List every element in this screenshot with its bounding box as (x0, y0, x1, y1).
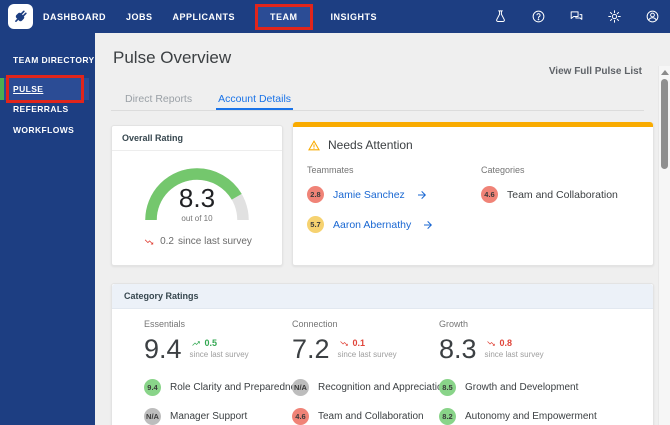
category-name: Team and Collaboration (507, 188, 618, 201)
lab-flask-icon[interactable] (492, 9, 508, 25)
overall-rating-card: Overall Rating 8.3 out of 10 0.2 since l… (111, 125, 283, 266)
overall-delta-value: 0.2 (160, 236, 174, 247)
since-label: since last survey (189, 350, 249, 359)
teammate-row: 2.8 Jamie Sanchez (307, 186, 481, 203)
category-row: 4.6 Team and Collaboration (481, 186, 618, 203)
scroll-up-arrow-icon[interactable] (661, 70, 669, 75)
overall-score: 8.3 (178, 183, 216, 213)
category-item-label: Manager Support (170, 411, 248, 422)
teammate-row: 5.7 Aaron Abernathy (307, 216, 481, 233)
nav-item-applicants[interactable]: APPLICANTS (173, 12, 236, 22)
sidebar-item-pulse-label: PULSE (13, 84, 44, 94)
category-item: 8.2 Autonomy and Empowerment (439, 408, 653, 425)
category-item-label: Growth and Development (465, 382, 579, 393)
score-badge: N/A (292, 379, 309, 396)
tab-account-details[interactable]: Account Details (216, 89, 294, 110)
view-full-pulse-list-link[interactable]: View Full Pulse List (549, 66, 642, 77)
category-column-connection: Connection 7.2 0.1 since last survey N/A (292, 319, 448, 425)
nav-item-insights[interactable]: INSIGHTS (331, 12, 378, 22)
scrollbar-thumb[interactable] (661, 79, 668, 169)
column-score: 8.3 (439, 334, 477, 364)
score-badge: 9.4 (144, 379, 161, 396)
primary-nav: DASHBOARD JOBS APPLICANTS TEAM INSIGHTS (43, 3, 397, 30)
trending-down-icon (142, 237, 156, 247)
since-label: since last survey (484, 350, 544, 359)
jazzhr-logo[interactable] (8, 4, 33, 29)
overall-delta-since: since last survey (177, 236, 252, 247)
score-badge: N/A (144, 408, 161, 425)
category-column-growth: Growth 8.3 0.8 since last survey 8.5 Gro… (439, 319, 653, 425)
category-item-label: Autonomy and Empowerment (465, 411, 597, 422)
teammate-link-jamie-sanchez[interactable]: Jamie Sanchez (333, 189, 405, 201)
category-item-label: Role Clarity and Preparedness (170, 382, 307, 393)
attention-categories-column: Categories 4.6 Team and Collaboration (481, 165, 618, 246)
top-nav-bar: DASHBOARD JOBS APPLICANTS TEAM INSIGHTS (0, 0, 670, 33)
score-badge: 2.8 (307, 186, 324, 203)
help-icon[interactable] (530, 9, 546, 25)
trending-up-icon (191, 340, 200, 346)
main-content: Pulse Overview View Full Pulse List Dire… (95, 33, 670, 425)
sidebar: TEAM DIRECTORY PULSE REFERRALS WORKFLOWS (0, 33, 95, 425)
attention-teammates-column: Teammates 2.8 Jamie Sanchez 5.7 Aaron Ab… (307, 165, 481, 246)
annotation-box-team: TEAM (255, 3, 313, 30)
page-title: Pulse Overview (113, 48, 232, 67)
teammates-label: Teammates (307, 165, 354, 175)
column-label: Connection (292, 319, 338, 329)
column-score: 7.2 (292, 334, 330, 364)
category-item: 8.5 Growth and Development (439, 379, 653, 396)
column-label: Growth (439, 319, 469, 329)
sidebar-item-referrals[interactable]: REFERRALS (13, 104, 69, 114)
column-label: Essentials (144, 319, 186, 329)
nav-item-dashboard[interactable]: DASHBOARD (43, 12, 106, 22)
column-delta: 0.1 (352, 338, 366, 348)
vertical-scrollbar[interactable] (658, 66, 670, 425)
score-badge: 8.2 (439, 408, 456, 425)
categories-label: Categories (481, 165, 525, 175)
category-item: N/A Recognition and Appreciation (292, 379, 448, 396)
overall-score-outof: out of 10 (181, 214, 213, 223)
account-icon[interactable] (644, 9, 660, 25)
category-ratings-card: Category Ratings Essentials 9.4 0.5 sinc… (111, 283, 654, 425)
needs-attention-title: Needs Attention (328, 138, 413, 152)
nav-item-jobs[interactable]: JOBS (126, 12, 153, 22)
sidebar-item-pulse[interactable]: PULSE (0, 75, 89, 103)
category-item: N/A Manager Support (144, 408, 292, 425)
category-ratings-title: Category Ratings (112, 284, 653, 309)
nav-item-team[interactable]: TEAM (255, 3, 313, 30)
sidebar-item-team-directory[interactable]: TEAM DIRECTORY (13, 55, 95, 65)
needs-attention-card: Needs Attention Teammates 2.8 Jamie Sanc… (292, 122, 654, 266)
column-delta: 0.5 (204, 338, 218, 348)
overall-rating-title: Overall Rating (112, 126, 282, 151)
category-column-essentials: Essentials 9.4 0.5 since last survey 9.4 (144, 319, 306, 425)
chat-icon[interactable] (568, 9, 584, 25)
plug-icon (15, 10, 27, 22)
score-badge: 4.6 (292, 408, 309, 425)
sidebar-item-workflows[interactable]: WORKFLOWS (13, 125, 74, 135)
pulse-tabs: Direct Reports Account Details (111, 89, 644, 111)
trending-down-icon (486, 340, 495, 346)
column-score: 9.4 (144, 334, 182, 364)
category-item: 4.6 Team and Collaboration (292, 408, 439, 425)
overall-delta-row: 0.2 since last survey (112, 236, 282, 247)
arrow-forward-icon[interactable] (422, 219, 434, 231)
score-badge: 4.6 (481, 186, 498, 203)
tab-direct-reports[interactable]: Direct Reports (123, 89, 194, 110)
category-item-label: Team and Collaboration (318, 411, 424, 422)
category-item: 9.4 Role Clarity and Preparedness (144, 379, 306, 396)
overall-rating-gauge: 8.3 out of 10 (139, 161, 255, 225)
score-badge: 5.7 (307, 216, 324, 233)
since-label: since last survey (337, 350, 397, 359)
column-delta: 0.8 (499, 338, 513, 348)
warning-icon (308, 139, 320, 150)
teammate-link-aaron-abernathy[interactable]: Aaron Abernathy (333, 219, 411, 231)
nav-utility-icons (492, 9, 660, 25)
arrow-forward-icon[interactable] (416, 189, 428, 201)
category-item-label: Recognition and Appreciation (318, 382, 449, 393)
settings-gear-icon[interactable] (606, 9, 622, 25)
trending-down-icon (339, 340, 348, 346)
score-badge: 8.5 (439, 379, 456, 396)
